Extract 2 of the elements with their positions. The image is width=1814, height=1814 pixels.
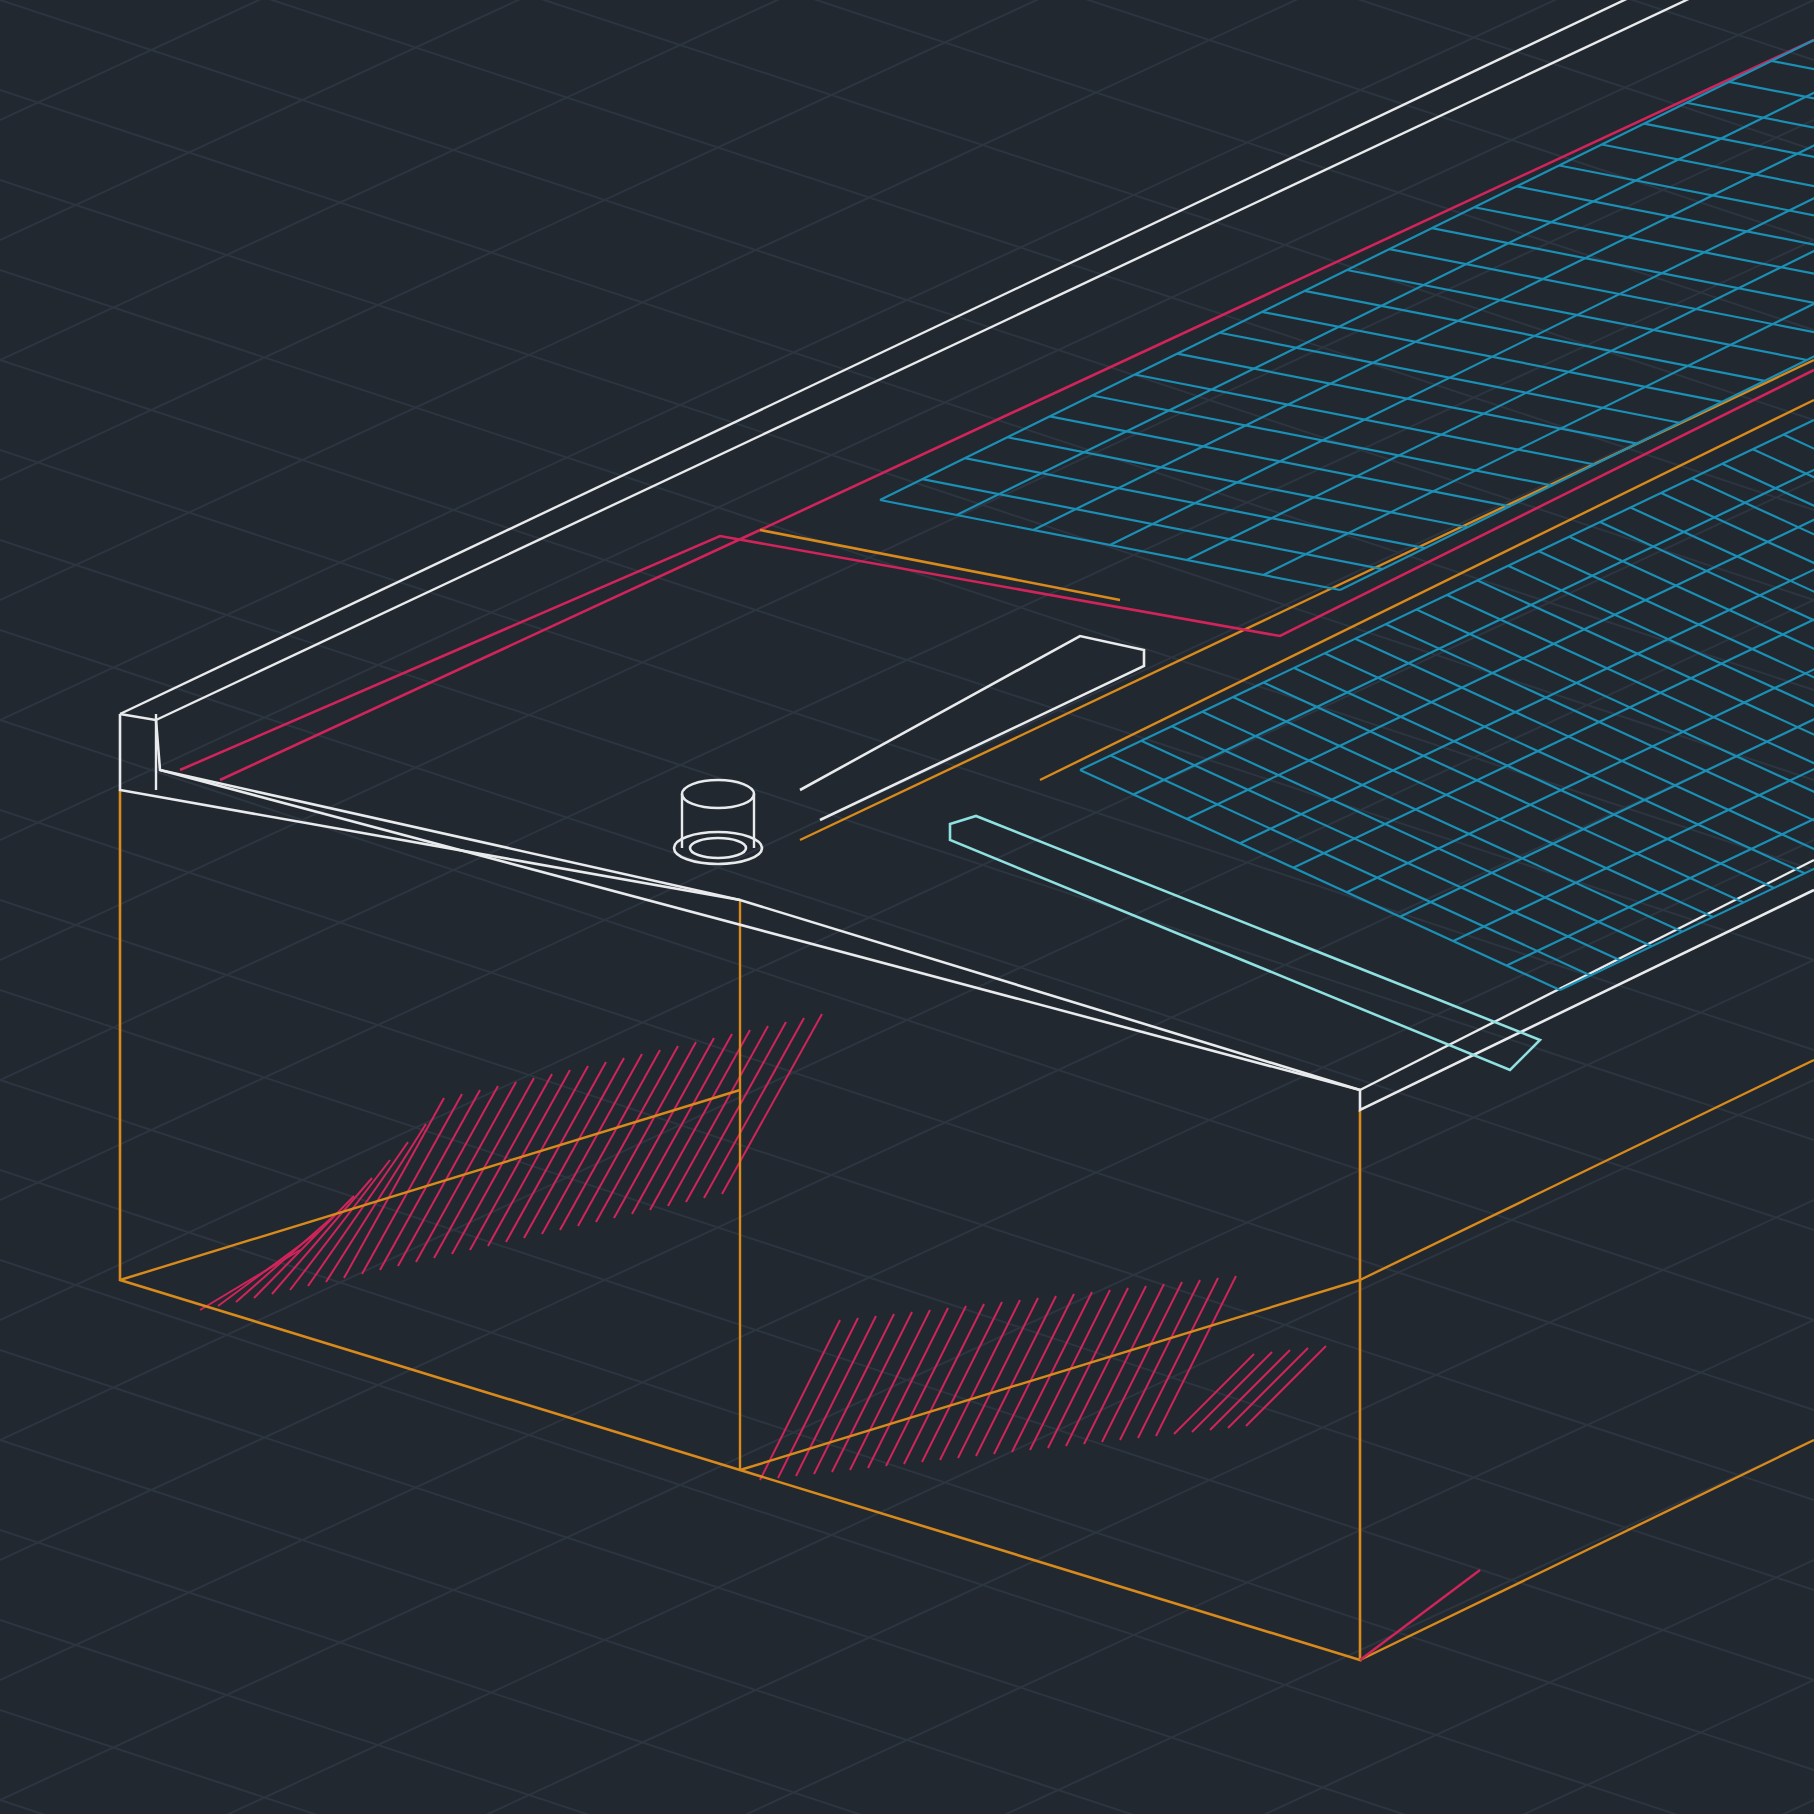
vent-pipe-drawing xyxy=(672,778,764,866)
model-viewport[interactable] xyxy=(0,0,1814,1814)
